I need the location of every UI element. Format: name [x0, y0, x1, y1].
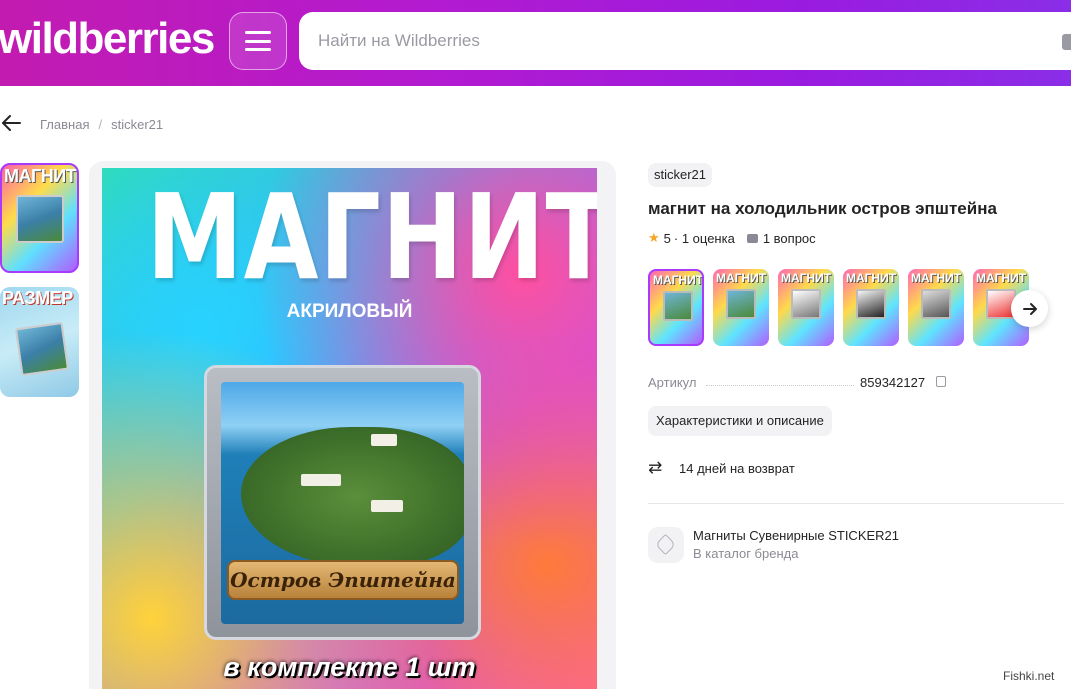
question-icon: [746, 233, 758, 243]
variant-image: [856, 289, 886, 319]
magnet-illustration: Остров Эпштейна: [204, 365, 481, 640]
banner-scroll: Остров Эпштейна: [227, 560, 459, 600]
rating-value[interactable]: 5: [664, 231, 671, 246]
poster-headline: МАГНИТ: [146, 168, 597, 306]
variant-thumbnail[interactable]: МАГНИТ: [648, 269, 704, 346]
variant-image: [726, 289, 756, 319]
hamburger-icon: [245, 31, 271, 51]
breadcrumb-home[interactable]: Главная: [40, 117, 89, 132]
thumbnail-label: РАЗМЕР: [2, 288, 73, 308]
wildberries-logo[interactable]: wildberries: [0, 14, 215, 64]
questions-count: 1 вопрос: [762, 230, 816, 246]
villa-shape: [371, 500, 403, 512]
variant-thumbnail[interactable]: МАГНИТ: [778, 269, 834, 346]
return-arrows-icon: ⇄: [648, 458, 663, 477]
watermark: Fishki.net: [1003, 669, 1055, 683]
product-title: магнит на холодильник остров эпштейна: [648, 199, 997, 218]
variant-thumbnail[interactable]: МАГНИТ: [713, 269, 769, 346]
characteristics-button[interactable]: Характеристики и описание: [648, 406, 832, 436]
reviews-count[interactable]: · 1 оценка: [674, 231, 735, 246]
breadcrumb: Главная / sticker21: [40, 117, 163, 132]
product-main-image[interactable]: МАГНИТ АКРИЛОВЫЙ Остров Эпштейна в компл…: [102, 168, 597, 689]
rating-row: ★ 5 · 1 оценка 1 вопрос: [648, 230, 816, 246]
variant-label: МАГНИТ: [845, 271, 897, 285]
variant-thumbnail[interactable]: МАГНИТ: [843, 269, 899, 346]
thumbnail-label: МАГНИТ: [4, 166, 77, 186]
variant-image: [921, 289, 951, 319]
camera-search-icon[interactable]: [1062, 34, 1071, 50]
divider: [648, 503, 1064, 504]
thumbnail-image: [16, 195, 64, 243]
variant-label: МАГНИТ: [975, 271, 1027, 285]
return-text: 14 дней на возврат: [679, 460, 795, 476]
gallery-thumbnail[interactable]: МАГНИТ: [0, 163, 79, 273]
back-arrow-icon[interactable]: [0, 112, 22, 134]
variant-label: МАГНИТ: [780, 271, 832, 285]
brand-chip[interactable]: sticker21: [648, 163, 713, 187]
poster-footer: в комплекте 1 шт: [223, 652, 476, 682]
return-policy: ⇄ 14 дней на возврат: [648, 458, 795, 478]
variant-image: [791, 289, 821, 319]
island-picture: Остров Эпштейна: [221, 382, 464, 624]
search-input[interactable]: [299, 12, 999, 70]
thumbnail-image: [14, 321, 70, 377]
banner-text: Остров Эпштейна: [230, 568, 456, 592]
gallery-thumbnail[interactable]: РАЗМЕР: [0, 287, 79, 397]
search-bar[interactable]: [299, 12, 1071, 70]
villa-shape: [301, 474, 341, 486]
variant-list: МАГНИТ МАГНИТ МАГНИТ МАГНИТ МАГНИТ МАГНИ…: [648, 269, 1029, 346]
menu-button[interactable]: [229, 12, 287, 70]
brand-catalog-title: Магниты Сувенирные STICKER21: [693, 528, 900, 543]
variant-label: МАГНИТ: [910, 271, 962, 285]
variants-next-button[interactable]: [1011, 290, 1048, 327]
variant-label: МАГНИТ: [715, 271, 767, 285]
article-label: Артикул: [648, 375, 697, 390]
breadcrumb-separator: /: [98, 117, 103, 132]
poster-subheadline: АКРИЛОВЫЙ: [286, 301, 413, 322]
questions-link[interactable]: 1 вопрос: [746, 230, 816, 246]
variant-image: [663, 291, 693, 321]
villa-shape: [371, 434, 397, 446]
arrow-right-icon: [1022, 302, 1037, 315]
variant-label: МАГНИТ: [652, 273, 704, 287]
tag-icon: [648, 527, 684, 563]
copy-icon[interactable]: [936, 376, 946, 387]
breadcrumb-brand[interactable]: sticker21: [111, 117, 163, 132]
variant-thumbnail[interactable]: МАГНИТ: [908, 269, 964, 346]
brand-catalog-subtitle: В каталог бренда: [693, 546, 799, 561]
island-shape: [241, 427, 464, 567]
header: wildberries: [0, 0, 1071, 86]
star-icon: ★: [648, 230, 660, 245]
article-value: 859342127: [860, 375, 926, 390]
leader-dots: [706, 385, 854, 386]
brand-catalog-link[interactable]: Магниты Сувенирные STICKER21 В каталог б…: [648, 527, 899, 563]
